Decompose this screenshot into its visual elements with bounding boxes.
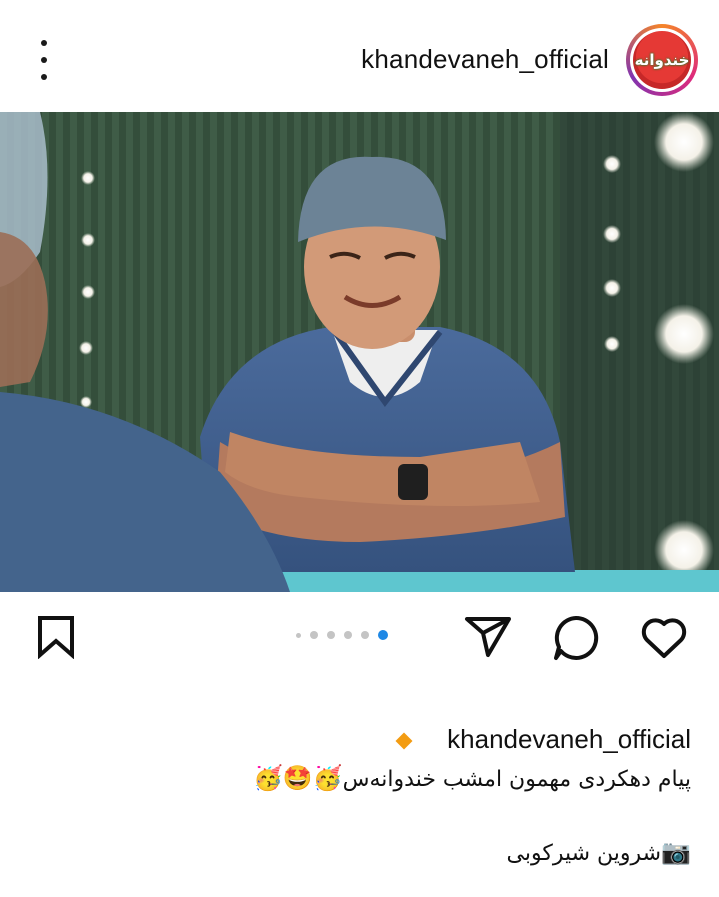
post-action-bar bbox=[0, 600, 719, 680]
carousel-dot bbox=[327, 631, 335, 639]
camera-emoji: 📷 bbox=[661, 838, 691, 866]
caption-username[interactable]: khandevaneh_official bbox=[447, 724, 691, 755]
carousel-indicator bbox=[296, 630, 388, 640]
caption-line-2: 📷شروین شیرکوبی bbox=[507, 838, 691, 866]
carousel-dot bbox=[361, 631, 369, 639]
carousel-dot bbox=[296, 632, 301, 638]
bookmark-icon[interactable] bbox=[36, 615, 76, 664]
heart-icon[interactable] bbox=[640, 616, 688, 665]
post-photo-illustration bbox=[0, 112, 719, 592]
avatar-story-ring[interactable]: خندوانه bbox=[626, 24, 698, 96]
more-dot bbox=[41, 74, 47, 80]
avatar: خندوانه bbox=[633, 31, 691, 89]
post-header: khandevaneh_official خندوانه bbox=[0, 0, 719, 112]
carousel-dot bbox=[344, 631, 352, 639]
diamond-icon bbox=[395, 732, 413, 750]
carousel-dot bbox=[310, 631, 318, 639]
caption-line-1: پیام دهکردی مهمون امشب خندوانه‌س🥳🤩🥳 bbox=[253, 764, 691, 792]
caption-line-2-text: شروین شیرکوبی bbox=[506, 841, 662, 866]
party-face-emojis: 🥳🤩🥳 bbox=[252, 764, 343, 792]
post-photo[interactable] bbox=[0, 112, 719, 592]
send-icon[interactable] bbox=[464, 615, 512, 664]
carousel-dot-active bbox=[378, 630, 388, 640]
more-dot bbox=[41, 57, 47, 63]
header-username[interactable]: khandevaneh_official bbox=[361, 44, 609, 75]
caption-line-1-text: پیام دهکردی مهمون امشب خندوانه‌س bbox=[342, 767, 691, 792]
more-dot bbox=[41, 40, 47, 46]
more-options-button[interactable] bbox=[30, 40, 58, 80]
comment-icon[interactable] bbox=[552, 614, 600, 667]
